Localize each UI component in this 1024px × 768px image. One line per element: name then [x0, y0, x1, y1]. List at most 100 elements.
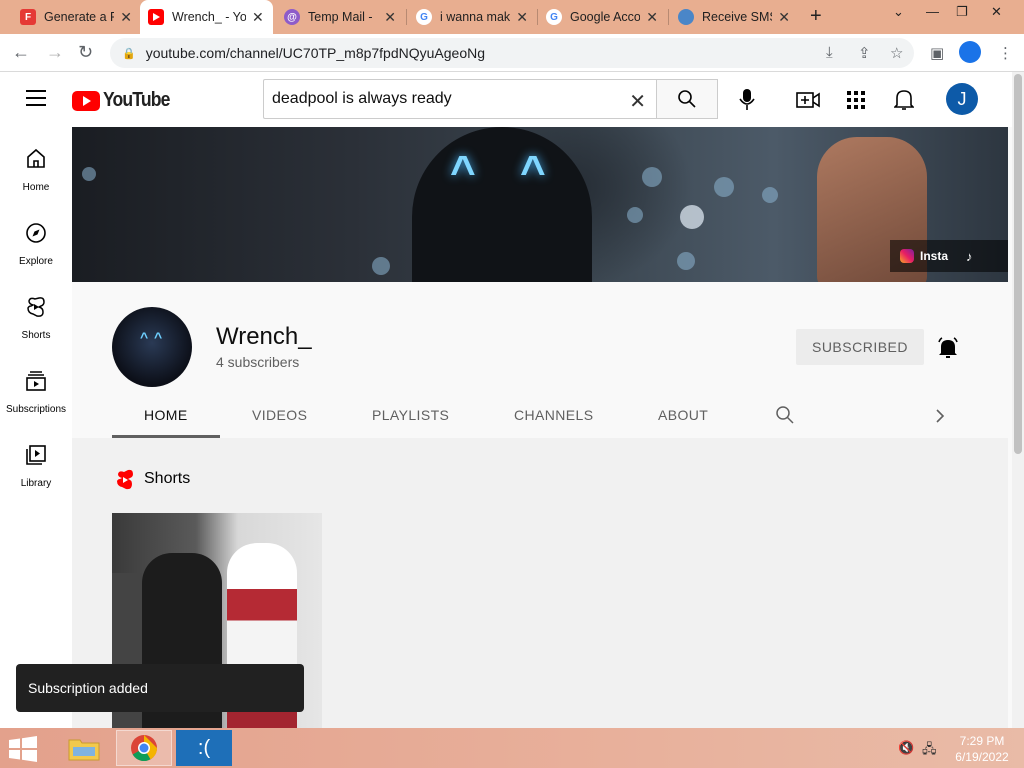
tab-label: Temp Mail - [308, 10, 373, 24]
tab-label: i wanna mak [440, 10, 511, 24]
google-favicon-icon: G [546, 9, 562, 25]
bokeh-light [372, 257, 390, 275]
windows-start-icon[interactable] [8, 736, 38, 762]
tab-home[interactable]: HOME [144, 407, 188, 423]
tab-label: Receive SMS [702, 10, 773, 24]
led-eye-left: ^ [450, 147, 476, 196]
page-scrollbar[interactable] [1012, 72, 1024, 728]
search-button[interactable] [656, 79, 718, 119]
sidebar-item-explore[interactable]: Explore [0, 201, 72, 271]
side-panel-icon[interactable]: ▣ [930, 44, 944, 62]
subscriptions-icon [26, 371, 46, 391]
back-icon[interactable]: ← [12, 42, 30, 63]
bokeh-light [82, 167, 96, 181]
clock-time: 7:29 PM [959, 734, 1005, 748]
close-icon[interactable]: ✕ [646, 9, 658, 26]
bokeh-light [714, 177, 734, 197]
search-input[interactable]: deadpool is always ready ✕ [263, 79, 656, 119]
forward-icon[interactable]: → [46, 42, 64, 63]
app-taskbar-icon[interactable]: :( [176, 730, 232, 766]
favicon-icon: F [20, 9, 36, 25]
profile-avatar-icon[interactable] [959, 41, 981, 63]
subscriber-count: 4 subscribers [216, 354, 300, 370]
clear-search-icon[interactable]: ✕ [629, 89, 646, 114]
restore-icon[interactable]: ❐ [956, 4, 968, 20]
new-tab-icon[interactable]: + [810, 5, 822, 28]
mini-guide-sidebar: Home Explore Shorts Subscriptions Librar… [0, 127, 72, 728]
instagram-icon[interactable] [900, 249, 914, 263]
tab-playlists[interactable]: PLAYLISTS [372, 407, 449, 423]
channel-search-icon[interactable] [775, 405, 795, 425]
volume-muted-icon[interactable]: 🔇 [898, 740, 914, 756]
sidebar-item-subscriptions[interactable]: Subscriptions [0, 349, 72, 419]
tab-search-icon[interactable]: ⌄ [893, 4, 904, 20]
notification-bell-icon[interactable] [936, 336, 960, 360]
browser-tab[interactable]: @ Temp Mail - ✕ [276, 0, 404, 34]
bookmark-star-icon[interactable]: ☆ [890, 44, 903, 62]
youtube-logo[interactable]: YouTube [72, 89, 179, 112]
bokeh-light [762, 187, 778, 203]
bokeh-light [677, 252, 695, 270]
microphone-icon[interactable] [735, 88, 759, 112]
browser-tab-active[interactable]: Wrench_ - Yo ✕ [140, 0, 273, 34]
reload-icon[interactable]: ↻ [78, 42, 93, 63]
minimize-icon[interactable]: — [926, 4, 939, 19]
window-close-icon[interactable]: ✕ [991, 4, 1002, 20]
chrome-taskbar-icon[interactable] [116, 730, 172, 766]
tab-videos[interactable]: VIDEOS [252, 407, 307, 423]
browser-tab[interactable]: G Google Acco ✕ [538, 0, 666, 34]
sidebar-item-home[interactable]: Home [0, 127, 72, 197]
home-icon [27, 148, 45, 168]
address-bar[interactable]: 🔒 youtube.com/channel/UC70TP_m8p7fpdNQyu… [110, 38, 914, 68]
chevron-right-icon[interactable] [934, 408, 946, 424]
sidebar-item-label: Home [22, 182, 50, 193]
close-icon[interactable]: ✕ [778, 9, 790, 26]
channel-name: Wrench_ [216, 323, 312, 350]
youtube-play-icon [72, 90, 100, 111]
avatar-eye: ^ [154, 329, 163, 345]
subscription-toast: Subscription added [16, 664, 304, 712]
network-icon[interactable]: 🖧 [922, 740, 937, 762]
tab-label: Generate a P [44, 10, 115, 24]
browser-tab[interactable]: Receive SMS ✕ [670, 0, 798, 34]
close-icon[interactable]: ✕ [252, 9, 264, 26]
tab-about[interactable]: ABOUT [658, 407, 708, 423]
favicon-icon: @ [284, 9, 300, 25]
tiktok-icon[interactable]: ♪ [966, 249, 973, 264]
sidebar-item-library[interactable]: Library [0, 423, 72, 493]
channel-avatar: ^ ^ [112, 307, 192, 387]
toast-message: Subscription added [28, 680, 148, 696]
share-icon[interactable]: ⇪ [858, 44, 871, 62]
hamburger-menu-icon[interactable] [26, 90, 46, 106]
sad-face-icon: :( [197, 736, 211, 759]
notifications-bell-icon[interactable] [892, 88, 916, 112]
avatar-eye: ^ [140, 329, 149, 345]
close-icon[interactable]: ✕ [384, 9, 396, 26]
banner-social-links: Insta ♪ [890, 240, 1008, 272]
channel-header: ^ ^ Wrench_ 4 subscribers SUBSCRIBED HOM… [72, 282, 1008, 438]
close-icon[interactable]: ✕ [120, 9, 132, 26]
kebab-menu-icon[interactable]: ⋮ [998, 44, 1013, 62]
account-avatar[interactable]: J [946, 83, 978, 115]
tab-divider [668, 9, 669, 25]
browser-tab[interactable]: F Generate a P ✕ [12, 0, 140, 34]
instagram-link[interactable]: Insta [920, 249, 948, 263]
install-icon[interactable]: ⤓ [826, 44, 833, 61]
tab-divider [406, 9, 407, 25]
google-favicon-icon: G [416, 9, 432, 25]
scrollbar-thumb[interactable] [1014, 74, 1022, 454]
compass-icon [26, 223, 46, 243]
subscribed-button[interactable]: SUBSCRIBED [796, 329, 924, 365]
tab-channels[interactable]: CHANNELS [514, 407, 593, 423]
close-icon[interactable]: ✕ [516, 9, 528, 26]
shorts-section-title: Shorts [144, 470, 191, 487]
sidebar-item-shorts[interactable]: Shorts [0, 275, 72, 345]
create-video-icon[interactable] [796, 88, 820, 112]
taskbar-clock[interactable]: 7:29 PM 6/19/2022 [952, 733, 1012, 765]
shorts-icon [27, 297, 45, 317]
apps-grid-icon[interactable] [844, 88, 868, 112]
file-explorer-icon[interactable] [56, 730, 112, 766]
channel-banner: ^ ^ Insta ♪ [72, 127, 1008, 282]
browser-tab[interactable]: G i wanna mak ✕ [408, 0, 536, 34]
youtube-wordmark: YouTube [103, 89, 170, 111]
